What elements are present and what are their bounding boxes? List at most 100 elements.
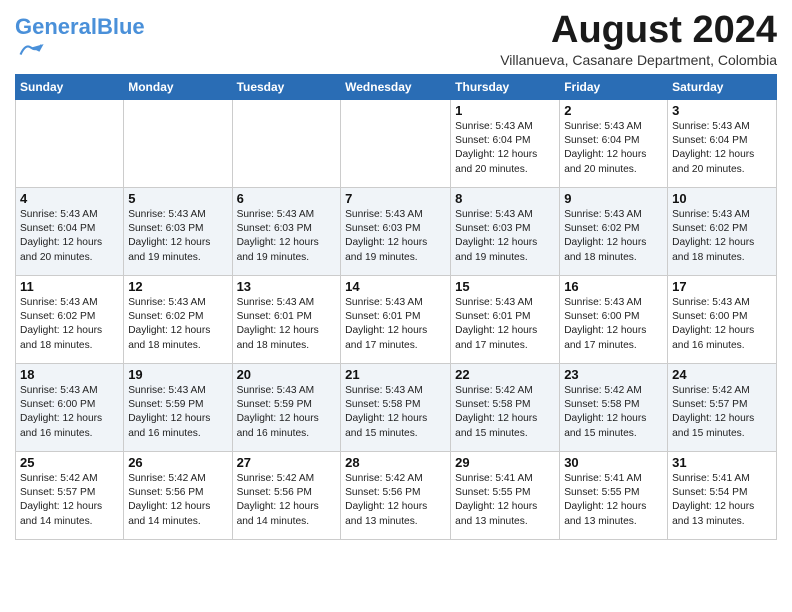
calendar-cell: 21 Sunrise: 5:43 AM Sunset: 5:58 PM Dayli… (341, 363, 451, 451)
day-info: Sunrise: 5:43 AM Sunset: 5:59 PM Dayligh… (128, 384, 227, 441)
logo-general: General (15, 14, 97, 39)
day-info: Sunrise: 5:43 AM Sunset: 6:01 PM Dayligh… (237, 296, 337, 353)
calendar-cell: 25 Sunrise: 5:42 AM Sunset: 5:57 PM Dayli… (16, 451, 124, 539)
day-info: Sunrise: 5:41 AM Sunset: 5:55 PM Dayligh… (455, 472, 555, 529)
weekday-header-wednesday: Wednesday (341, 74, 451, 99)
day-info: Sunrise: 5:43 AM Sunset: 6:02 PM Dayligh… (672, 208, 772, 265)
day-info: Sunrise: 5:43 AM Sunset: 6:02 PM Dayligh… (20, 296, 119, 353)
day-info: Sunrise: 5:43 AM Sunset: 6:00 PM Dayligh… (564, 296, 663, 353)
weekday-header-tuesday: Tuesday (232, 74, 341, 99)
day-info: Sunrise: 5:41 AM Sunset: 5:55 PM Dayligh… (564, 472, 663, 529)
day-number: 2 (564, 103, 663, 118)
day-number: 25 (20, 455, 119, 470)
calendar-cell: 30 Sunrise: 5:41 AM Sunset: 5:55 PM Dayli… (560, 451, 668, 539)
day-number: 5 (128, 191, 227, 206)
calendar-cell: 24Sunrise: 5:42 AM Sunset: 5:57 PM Dayli… (668, 363, 777, 451)
calendar-cell: 12Sunrise: 5:43 AM Sunset: 6:02 PM Dayli… (124, 275, 232, 363)
calendar-cell: 31Sunrise: 5:41 AM Sunset: 5:54 PM Dayli… (668, 451, 777, 539)
calendar-cell: 7 Sunrise: 5:43 AM Sunset: 6:03 PM Daylig… (341, 187, 451, 275)
calendar-cell: 3Sunrise: 5:43 AM Sunset: 6:04 PM Daylig… (668, 99, 777, 187)
day-info: Sunrise: 5:42 AM Sunset: 5:56 PM Dayligh… (128, 472, 227, 529)
day-info: Sunrise: 5:43 AM Sunset: 6:03 PM Dayligh… (237, 208, 337, 265)
day-info: Sunrise: 5:43 AM Sunset: 5:58 PM Dayligh… (345, 384, 446, 441)
calendar-cell (232, 99, 341, 187)
day-info: Sunrise: 5:42 AM Sunset: 5:58 PM Dayligh… (455, 384, 555, 441)
day-info: Sunrise: 5:43 AM Sunset: 6:01 PM Dayligh… (455, 296, 555, 353)
day-info: Sunrise: 5:43 AM Sunset: 6:00 PM Dayligh… (672, 296, 772, 353)
calendar-week-5: 25 Sunrise: 5:42 AM Sunset: 5:57 PM Dayli… (16, 451, 777, 539)
day-number: 10 (672, 191, 772, 206)
day-number: 9 (564, 191, 663, 206)
weekday-header-row: SundayMondayTuesdayWednesdayThursdayFrid… (16, 74, 777, 99)
day-number: 27 (237, 455, 337, 470)
calendar-cell: 8Sunrise: 5:43 AM Sunset: 6:03 PM Daylig… (451, 187, 560, 275)
day-number: 21 (345, 367, 446, 382)
calendar-cell: 15Sunrise: 5:43 AM Sunset: 6:01 PM Dayli… (451, 275, 560, 363)
logo-text: GeneralBlue (15, 16, 145, 38)
day-info: Sunrise: 5:42 AM Sunset: 5:56 PM Dayligh… (237, 472, 337, 529)
calendar-week-2: 4Sunrise: 5:43 AM Sunset: 6:04 PM Daylig… (16, 187, 777, 275)
day-info: Sunrise: 5:43 AM Sunset: 6:00 PM Dayligh… (20, 384, 119, 441)
day-info: Sunrise: 5:43 AM Sunset: 6:03 PM Dayligh… (455, 208, 555, 265)
day-number: 22 (455, 367, 555, 382)
calendar-cell (124, 99, 232, 187)
calendar-cell: 2 Sunrise: 5:43 AM Sunset: 6:04 PM Daylig… (560, 99, 668, 187)
day-number: 28 (345, 455, 446, 470)
day-info: Sunrise: 5:43 AM Sunset: 6:03 PM Dayligh… (128, 208, 227, 265)
day-number: 12 (128, 279, 227, 294)
calendar-table: SundayMondayTuesdayWednesdayThursdayFrid… (15, 74, 777, 540)
calendar-cell: 6Sunrise: 5:43 AM Sunset: 6:03 PM Daylig… (232, 187, 341, 275)
day-number: 16 (564, 279, 663, 294)
calendar-cell: 1Sunrise: 5:43 AM Sunset: 6:04 PM Daylig… (451, 99, 560, 187)
calendar-week-4: 18 Sunrise: 5:43 AM Sunset: 6:00 PM Dayli… (16, 363, 777, 451)
day-info: Sunrise: 5:42 AM Sunset: 5:56 PM Dayligh… (345, 472, 446, 529)
logo-icon (17, 38, 45, 60)
day-number: 26 (128, 455, 227, 470)
logo-blue: Blue (97, 14, 145, 39)
day-number: 31 (672, 455, 772, 470)
calendar-cell: 27 Sunrise: 5:42 AM Sunset: 5:56 PM Dayli… (232, 451, 341, 539)
calendar-week-3: 11 Sunrise: 5:43 AM Sunset: 6:02 PM Dayli… (16, 275, 777, 363)
calendar-cell: 22 Sunrise: 5:42 AM Sunset: 5:58 PM Dayli… (451, 363, 560, 451)
weekday-header-friday: Friday (560, 74, 668, 99)
day-info: Sunrise: 5:43 AM Sunset: 6:04 PM Dayligh… (564, 120, 663, 177)
calendar-cell: 14Sunrise: 5:43 AM Sunset: 6:01 PM Dayli… (341, 275, 451, 363)
weekday-header-monday: Monday (124, 74, 232, 99)
day-number: 13 (237, 279, 337, 294)
day-info: Sunrise: 5:42 AM Sunset: 5:57 PM Dayligh… (20, 472, 119, 529)
location-subtitle: Villanueva, Casanare Department, Colombi… (500, 52, 777, 68)
calendar-cell: 5 Sunrise: 5:43 AM Sunset: 6:03 PM Daylig… (124, 187, 232, 275)
calendar-cell: 16 Sunrise: 5:43 AM Sunset: 6:00 PM Dayli… (560, 275, 668, 363)
calendar-cell: 10 Sunrise: 5:43 AM Sunset: 6:02 PM Dayli… (668, 187, 777, 275)
page-header: GeneralBlue August 2024 Villanueva, Casa… (15, 10, 777, 68)
weekday-header-thursday: Thursday (451, 74, 560, 99)
day-number: 18 (20, 367, 119, 382)
day-info: Sunrise: 5:43 AM Sunset: 6:02 PM Dayligh… (564, 208, 663, 265)
calendar-cell: 23Sunrise: 5:42 AM Sunset: 5:58 PM Dayli… (560, 363, 668, 451)
calendar-cell: 13 Sunrise: 5:43 AM Sunset: 6:01 PM Dayli… (232, 275, 341, 363)
calendar-cell: 4Sunrise: 5:43 AM Sunset: 6:04 PM Daylig… (16, 187, 124, 275)
calendar-cell: 28 Sunrise: 5:42 AM Sunset: 5:56 PM Dayli… (341, 451, 451, 539)
day-number: 24 (672, 367, 772, 382)
calendar-cell: 19 Sunrise: 5:43 AM Sunset: 5:59 PM Dayli… (124, 363, 232, 451)
day-number: 23 (564, 367, 663, 382)
day-info: Sunrise: 5:43 AM Sunset: 5:59 PM Dayligh… (237, 384, 337, 441)
weekday-header-sunday: Sunday (16, 74, 124, 99)
day-number: 29 (455, 455, 555, 470)
calendar-cell: 18 Sunrise: 5:43 AM Sunset: 6:00 PM Dayli… (16, 363, 124, 451)
calendar-cell (341, 99, 451, 187)
day-number: 4 (20, 191, 119, 206)
calendar-header: SundayMondayTuesdayWednesdayThursdayFrid… (16, 74, 777, 99)
day-number: 11 (20, 279, 119, 294)
day-number: 7 (345, 191, 446, 206)
calendar-cell: 17Sunrise: 5:43 AM Sunset: 6:00 PM Dayli… (668, 275, 777, 363)
calendar-body: 1Sunrise: 5:43 AM Sunset: 6:04 PM Daylig… (16, 99, 777, 539)
weekday-header-saturday: Saturday (668, 74, 777, 99)
calendar-cell: 9 Sunrise: 5:43 AM Sunset: 6:02 PM Daylig… (560, 187, 668, 275)
day-info: Sunrise: 5:43 AM Sunset: 6:03 PM Dayligh… (345, 208, 446, 265)
calendar-week-1: 1Sunrise: 5:43 AM Sunset: 6:04 PM Daylig… (16, 99, 777, 187)
day-number: 19 (128, 367, 227, 382)
month-title: August 2024 (500, 10, 777, 52)
day-number: 30 (564, 455, 663, 470)
calendar-cell: 11 Sunrise: 5:43 AM Sunset: 6:02 PM Dayli… (16, 275, 124, 363)
